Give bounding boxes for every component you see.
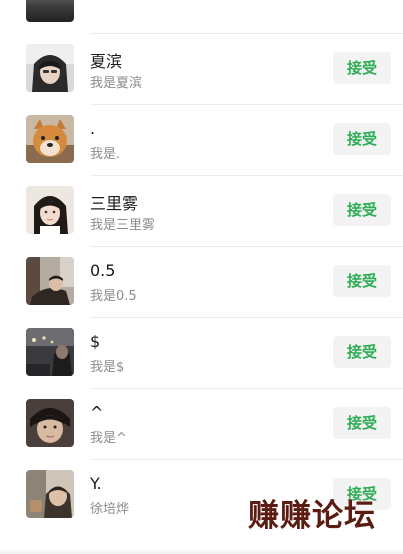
requester-name: 三里雾 (90, 194, 139, 213)
list-item[interactable]: ^ 我是^ 接受 (0, 389, 403, 460)
avatar-boy-closeup-icon (26, 399, 74, 447)
request-message: 我是三里雾 (90, 218, 156, 233)
requester-name: . (90, 119, 96, 138)
request-message: 我是$ (90, 360, 125, 375)
avatar-man-window-icon (26, 470, 74, 518)
list-item[interactable]: 三里雾 我是三里雾 接受 (0, 176, 403, 247)
list-item-partial[interactable] (0, 0, 403, 34)
list-item[interactable]: 夏滨 我是夏滨 接受 (0, 34, 403, 105)
request-message: 我是. (90, 147, 121, 162)
avatar-shiba-dog-icon (26, 115, 74, 163)
accept-button[interactable]: 接受 (333, 194, 391, 226)
list-item[interactable]: 0.5 我是0.5 接受 (0, 247, 403, 318)
accept-button[interactable]: 接受 (333, 336, 391, 368)
avatar-girl-portrait-icon (26, 186, 74, 234)
friend-request-list: 夏滨 我是夏滨 接受 . 我是. 接受 三里雾 我是三里雾 接受 0.5 我是0… (0, 0, 403, 554)
request-message: 我是夏滨 (90, 76, 143, 91)
accept-button[interactable]: 接受 (333, 123, 391, 155)
avatar (26, 0, 74, 22)
request-message: 我是0.5 (90, 289, 137, 304)
requester-name: $ (90, 332, 101, 351)
watermark-logo: 赚赚论坛 (248, 498, 376, 534)
accept-button[interactable]: 接受 (333, 265, 391, 297)
avatar-man-lying-icon (26, 257, 74, 305)
list-item[interactable]: . 我是. 接受 (0, 105, 403, 176)
requester-name: Y. (90, 474, 102, 493)
avatar-girl-hood-icon (26, 44, 74, 92)
accept-button[interactable]: 接受 (333, 52, 391, 84)
request-message: 我是^ (90, 431, 127, 446)
bottom-edge (0, 548, 403, 554)
list-item[interactable]: $ 我是$ 接受 (0, 318, 403, 389)
requester-name: 夏滨 (90, 52, 123, 71)
requester-name: 0.5 (90, 261, 116, 280)
avatar-night-street-icon (26, 328, 74, 376)
accept-button[interactable]: 接受 (333, 407, 391, 439)
requester-name: ^ (90, 403, 104, 422)
request-message: 徐培烨 (90, 502, 130, 517)
